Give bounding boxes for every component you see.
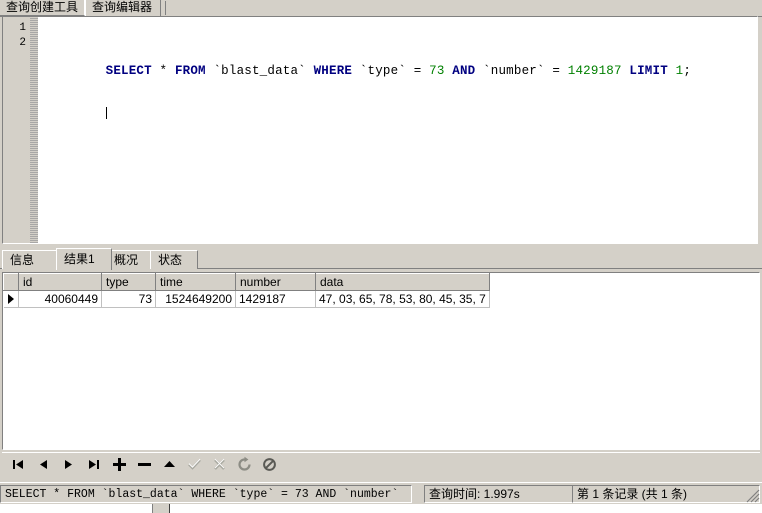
status-record-count-text: 第 1 条记录 (共 1 条) [577, 487, 688, 501]
next-record-button[interactable] [60, 456, 77, 473]
tab-query-editor-label: 查询编辑器 [92, 0, 153, 14]
row-indicator-cell[interactable] [3, 290, 19, 308]
sql-token-plain [421, 64, 429, 78]
resize-grip-icon[interactable] [746, 489, 760, 503]
sql-token-number: 73 [429, 64, 445, 78]
sql-token-keyword: FROM [174, 64, 206, 78]
cell-type[interactable]: 73 [101, 290, 156, 308]
tab-query-builder[interactable]: 查询创建工具 [0, 0, 85, 16]
status-record-count-panel: 第 1 条记录 (共 1 条) [572, 485, 760, 503]
sql-token-keyword: SELECT [105, 64, 152, 78]
desktop-background [0, 504, 762, 513]
refresh-icon [238, 456, 251, 471]
line-number: 1 [19, 22, 26, 34]
text-caret [105, 107, 107, 119]
sql-token-plain [152, 64, 160, 78]
cell-time[interactable]: 1524649200 [155, 290, 236, 308]
sql-token-plain [560, 64, 568, 78]
cell-number[interactable]: 1429187 [235, 290, 316, 308]
sql-token-plain [167, 64, 175, 78]
status-query-time-text: 查询时间: 1.997s [429, 487, 520, 501]
code-line-1: SELECT * FROM `blast_data` WHERE `type` … [38, 49, 757, 78]
result-grid: id type time number data 40060449 73 152… [3, 273, 490, 308]
status-sql-text: SELECT * FROM `blast_data` WHERE `type` … [5, 488, 399, 501]
status-bar: SELECT * FROM `blast_data` WHERE `type` … [0, 482, 762, 504]
current-row-arrow-icon [7, 294, 14, 304]
sql-token-identifier: `blast_data` [205, 64, 314, 78]
column-header-data[interactable]: data [315, 273, 490, 291]
cell-data[interactable]: 47, 03, 65, 78, 53, 80, 45, 35, 7 [315, 290, 490, 308]
check-icon [188, 458, 201, 470]
sql-token-identifier: `type` [352, 64, 414, 78]
last-icon [89, 460, 99, 469]
tabstrip-divider [165, 1, 166, 15]
last-record-button[interactable] [85, 456, 102, 473]
sql-statement: SELECT * FROM `blast_data` WHERE `type` … [106, 64, 691, 78]
line-number: 2 [19, 37, 26, 49]
refresh-button[interactable] [236, 456, 253, 473]
background-window-edge [152, 504, 170, 513]
caret-up-icon [164, 461, 175, 467]
tab-profile[interactable]: 概况 [106, 250, 154, 269]
delete-record-button[interactable] [136, 456, 153, 473]
code-line-2 [38, 92, 757, 119]
tab-status[interactable]: 状态 [150, 250, 198, 269]
tab-info-label: 信息 [10, 253, 35, 267]
first-record-button[interactable] [10, 456, 27, 473]
cancel-edit-button[interactable] [211, 456, 228, 473]
tab-status-label: 状态 [158, 253, 183, 267]
result-grid-panel[interactable]: id type time number data 40060449 73 152… [2, 272, 760, 450]
sql-token-number: 1429187 [567, 64, 622, 78]
column-header-id[interactable]: id [18, 273, 102, 291]
minus-icon [138, 463, 151, 466]
stop-icon [263, 458, 276, 471]
query-mode-tabstrip: 查询创建工具 查询编辑器 [0, 0, 762, 17]
record-navigator-toolbar [2, 452, 760, 476]
sql-token-operator: ; [683, 64, 692, 78]
insert-record-button[interactable] [111, 456, 128, 473]
tab-query-editor[interactable]: 查询编辑器 [85, 0, 161, 16]
column-header-number[interactable]: number [235, 273, 316, 291]
status-sql-panel: SELECT * FROM `blast_data` WHERE `type` … [0, 485, 412, 503]
editor-gutter: 1 2 [3, 17, 38, 243]
editor-code-area[interactable]: SELECT * FROM `blast_data` WHERE `type` … [38, 17, 757, 243]
prev-icon [40, 460, 47, 469]
tab-query-builder-label: 查询创建工具 [6, 0, 79, 14]
sql-token-keyword: LIMIT [629, 64, 668, 78]
sql-token-identifier: `number` [475, 64, 553, 78]
cell-id[interactable]: 40060449 [18, 290, 102, 308]
post-edit-button[interactable] [186, 456, 203, 473]
sql-token-operator: = [552, 64, 561, 78]
tab-info[interactable]: 信息 [2, 250, 62, 269]
plus-icon [113, 458, 126, 471]
column-header-time[interactable]: time [155, 273, 236, 291]
sql-token-plain [668, 64, 676, 78]
gutter-divider [30, 17, 38, 243]
tab-result1-label: 结果1 [64, 252, 95, 266]
tab-profile-label: 概况 [114, 253, 139, 267]
table-header-row: id type time number data [3, 273, 490, 291]
navicat-query-window: 查询创建工具 查询编辑器 1 2 SELECT * FROM `blast_da… [0, 0, 762, 513]
line-number-list: 1 2 [3, 17, 29, 51]
column-header-type[interactable]: type [101, 273, 156, 291]
sql-token-keyword: AND [452, 64, 476, 78]
sql-token-keyword: WHERE [313, 64, 353, 78]
first-icon [13, 460, 23, 469]
cross-icon [214, 458, 225, 470]
edit-record-button[interactable] [161, 456, 178, 473]
sql-editor[interactable]: 1 2 SELECT * FROM `blast_data` WHERE `ty… [2, 16, 758, 244]
tab-result1[interactable]: 结果1 [56, 248, 112, 270]
result-tabstrip: 信息 结果1 概况 状态 [0, 248, 762, 270]
prev-record-button[interactable] [35, 456, 52, 473]
stop-button[interactable] [261, 456, 278, 473]
status-query-time-panel: 查询时间: 1.997s [424, 485, 576, 503]
table-row[interactable]: 40060449 73 1524649200 1429187 47, 03, 6… [3, 290, 490, 308]
row-indicator-header [3, 273, 19, 291]
next-icon [65, 460, 72, 469]
